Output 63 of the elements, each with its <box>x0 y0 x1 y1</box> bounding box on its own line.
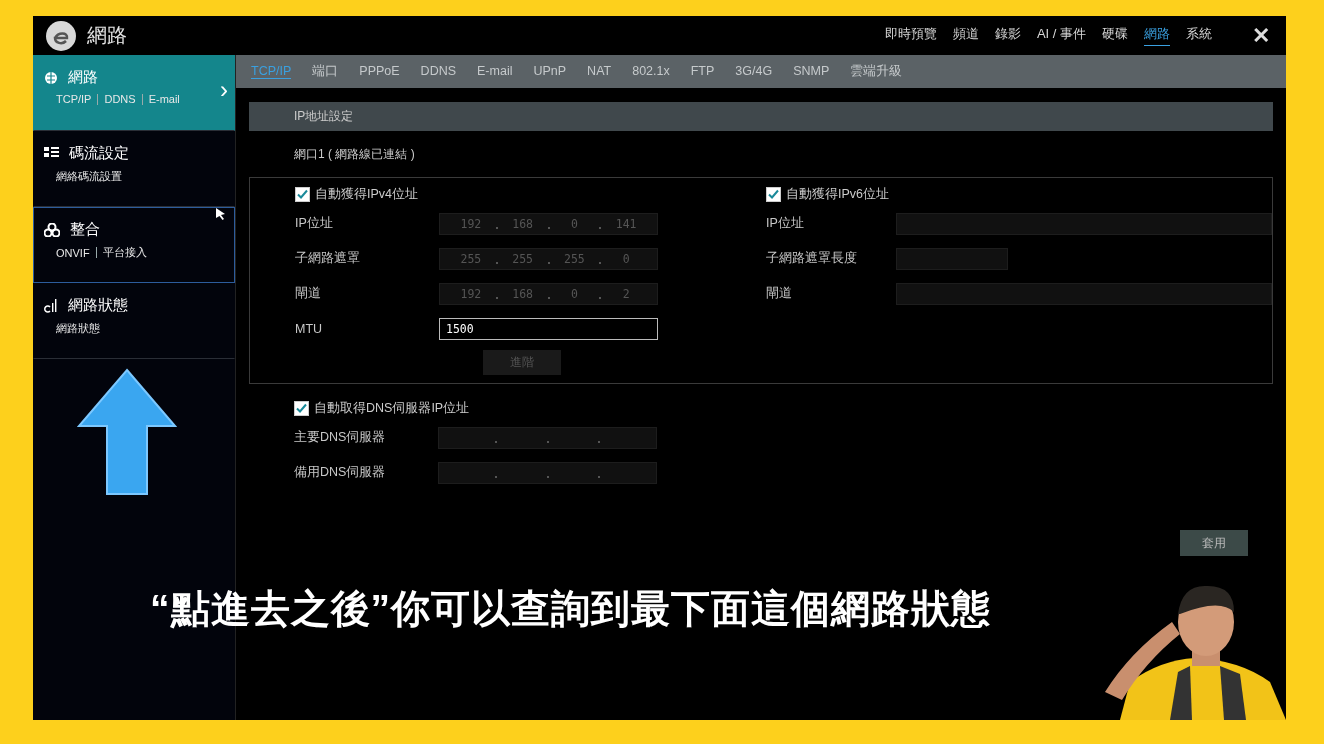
field-label: 子網路遮罩 <box>295 250 361 267</box>
sub-tab[interactable]: DDNS <box>420 64 457 79</box>
globe-icon <box>44 70 58 85</box>
sidebar-item-subtitle: 網路狀態 <box>56 321 100 336</box>
field-label: IP位址 <box>295 215 334 232</box>
sidebar-item[interactable]: 網路 TCP/IP DDNS E-mail › <box>33 55 235 131</box>
field-label: 閘道 <box>766 285 793 302</box>
sidebar-item-title: 整合 <box>70 220 100 239</box>
field-label: 備用DNS伺服器 <box>294 464 387 481</box>
cursor-icon <box>216 208 226 220</box>
menu-tab[interactable]: 網路 <box>1144 25 1170 46</box>
sub-tab[interactable]: E-mail <box>477 64 513 79</box>
checkbox-label: 自動取得DNS伺服器IP位址 <box>314 399 470 417</box>
menu-tab[interactable]: AI / 事件 <box>1036 25 1086 46</box>
sidebar-item-subtitle: 網絡碼流設置 <box>56 169 122 184</box>
sidebar-item-subtitle: E-mail <box>148 93 180 105</box>
cluster-icon <box>44 222 60 237</box>
field-label: IP位址 <box>766 215 805 232</box>
sidebar-item-subtitle: 平台接入 <box>102 245 147 260</box>
sidebar-item-subtitle: ONVIF <box>56 246 90 259</box>
field-label: 主要DNS伺服器 <box>294 429 387 446</box>
logo-icon <box>45 19 77 52</box>
checkbox-label: 自動獲得IPv6位址 <box>786 185 889 203</box>
sidebar-item-subtitle: DDNS <box>104 93 136 105</box>
sub-tab[interactable]: 3G/4G <box>735 64 773 79</box>
checkbox-label: 自動獲得IPv4位址 <box>315 185 418 203</box>
checkbox[interactable] <box>766 186 781 202</box>
chevron-icon: › <box>220 78 228 102</box>
sidebar-item-subtitle: TCP/IP <box>56 93 92 105</box>
sidebar-item[interactable]: 碼流設定 網絡碼流設置 <box>33 131 235 207</box>
sub-tab[interactable]: SNMP <box>793 64 830 79</box>
menu-tab[interactable]: 頻道 <box>952 25 979 46</box>
menu-tab[interactable]: 系統 <box>1186 25 1212 46</box>
sub-tab[interactable]: NAT <box>587 64 612 79</box>
subtitle-caption: “點進去之後”你可以查詢到最下面這個網路狀態 <box>150 586 991 632</box>
input-field[interactable]: 1500 <box>439 317 658 340</box>
section-header: IP地址設定 <box>249 102 1273 131</box>
sub-tab[interactable]: FTP <box>690 64 715 79</box>
signal-icon <box>44 298 58 313</box>
close-button[interactable]: ✕ <box>1248 22 1274 49</box>
window-title: 網路 <box>87 23 127 48</box>
field-label: 子網路遮罩長度 <box>766 250 858 267</box>
sub-tab[interactable]: TCP/IP <box>251 64 292 79</box>
sub-tab[interactable]: PPPoE <box>359 64 400 79</box>
apply-button[interactable]: 套用 <box>1180 530 1248 556</box>
menu-tab[interactable]: 硬碟 <box>1102 25 1128 46</box>
sidebar-item-title: 網路 <box>68 68 98 87</box>
checkbox[interactable] <box>294 400 309 416</box>
sub-tab[interactable]: UPnP <box>533 64 567 79</box>
sub-tab[interactable]: 雲端升級 <box>850 62 903 81</box>
port-status: 網口1 ( 網路線已連結 ) <box>293 146 416 163</box>
sub-tab[interactable]: 端口 <box>312 62 339 81</box>
sub-tab[interactable]: 802.1x <box>632 64 670 79</box>
field-label: MTU <box>295 321 324 336</box>
menu-tab[interactable]: 即時預覽 <box>884 25 937 46</box>
menu-tab[interactable]: 錄影 <box>994 25 1021 46</box>
checkbox[interactable] <box>295 186 310 202</box>
sidebar-item[interactable]: 網路狀態 網路狀態 <box>33 283 235 359</box>
sidebar-item-title: 碼流設定 <box>69 144 129 163</box>
arrow-icon <box>77 368 177 496</box>
field-label: 閘道 <box>295 285 322 302</box>
sidebar-item[interactable]: 整合 ONVIF 平台接入 <box>33 207 235 283</box>
sidebar-item-title: 網路狀態 <box>68 296 128 315</box>
